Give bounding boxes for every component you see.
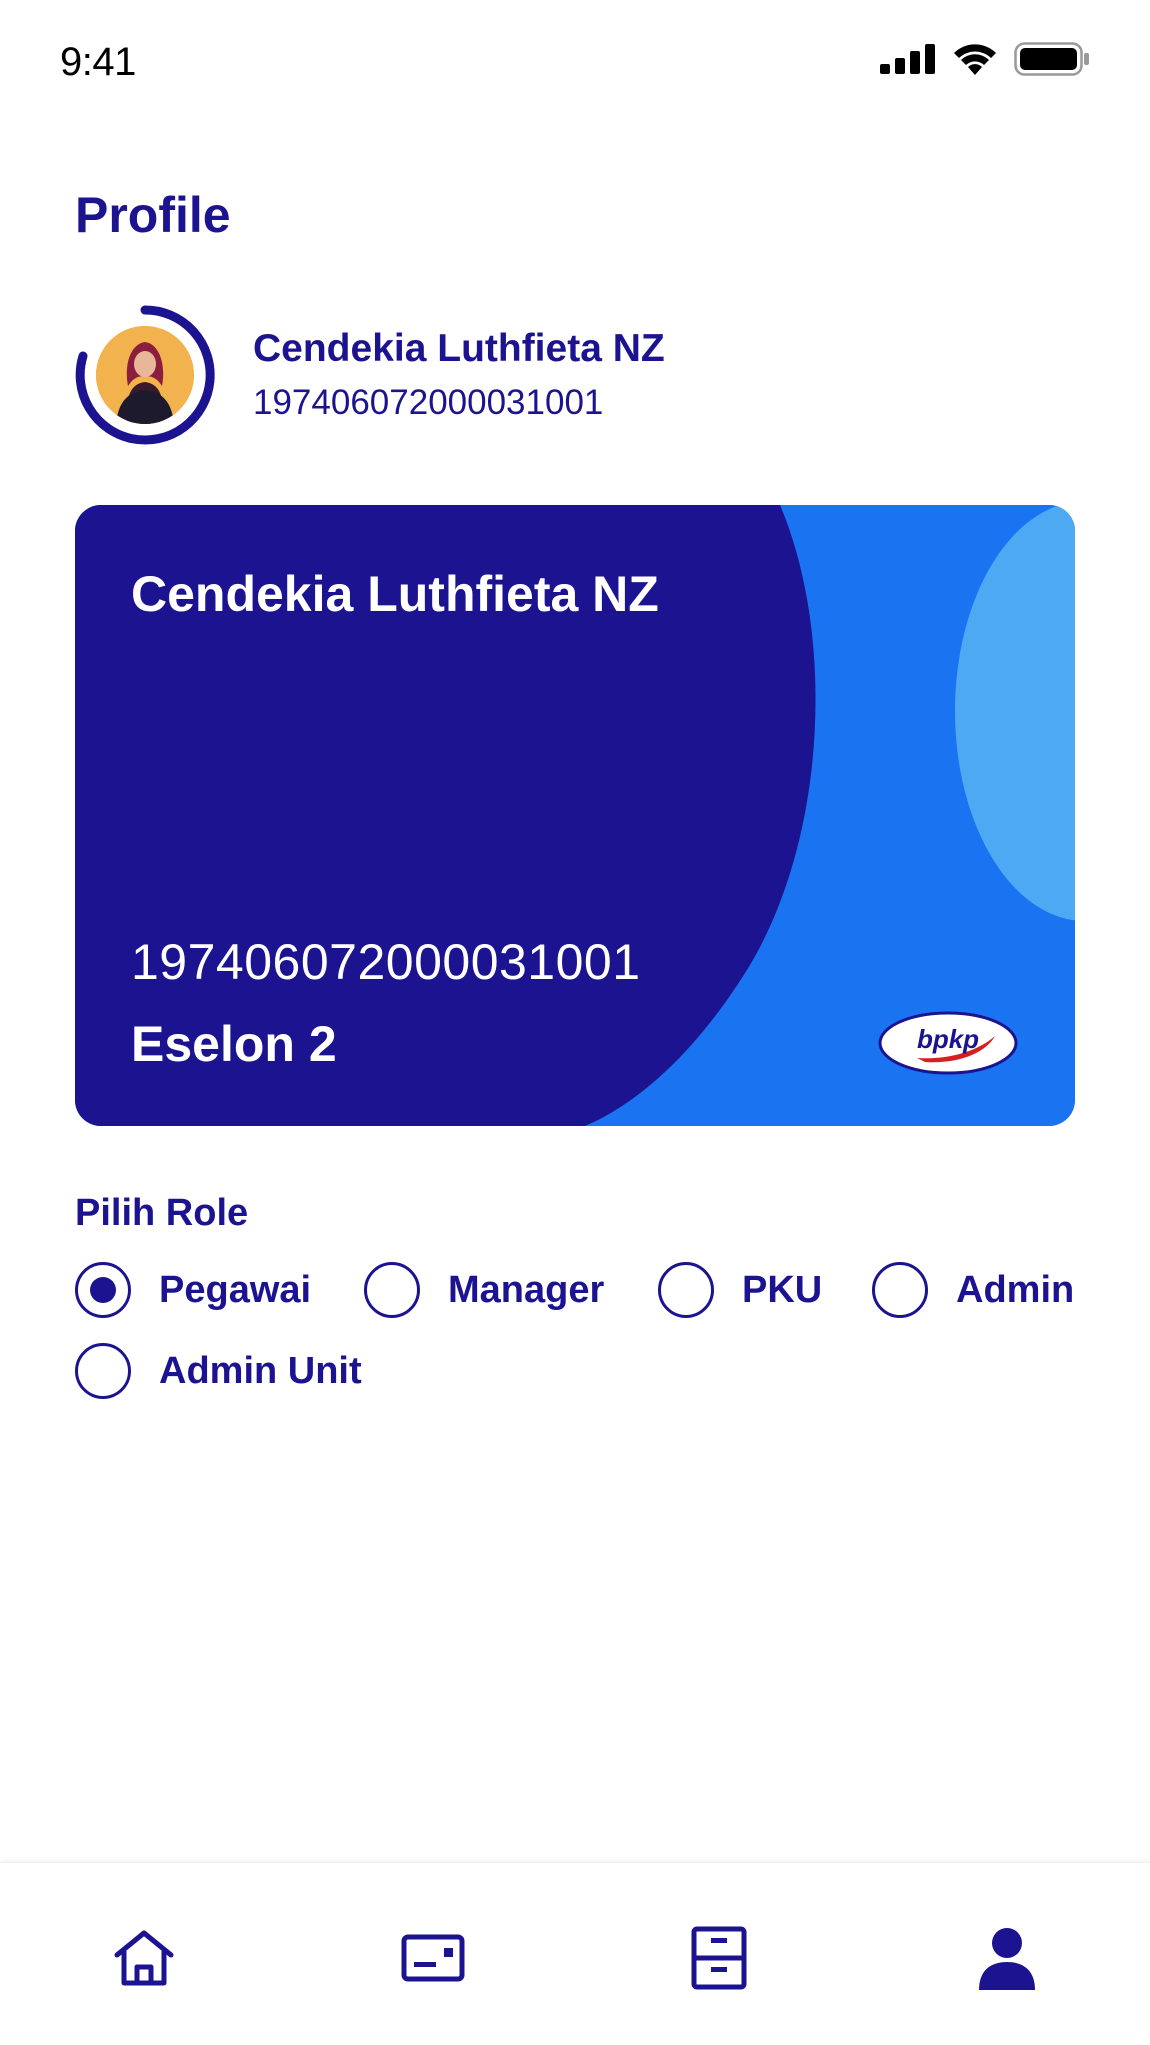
card-level: Eselon 2 — [131, 1016, 337, 1072]
role-radio-label: Admin Unit — [159, 1349, 362, 1392]
role-radio-label: Admin — [956, 1268, 1075, 1311]
radio-button[interactable] — [75, 1343, 131, 1399]
status-icons — [880, 42, 1090, 76]
bottom-nav — [0, 1862, 1150, 2045]
nav-card[interactable] — [398, 1923, 468, 1993]
role-radio-label: Manager — [448, 1268, 605, 1311]
card-icon — [401, 1934, 465, 1982]
cabinet-icon — [691, 1926, 747, 1990]
cellular-signal-icon — [880, 44, 935, 74]
role-radio-manager[interactable]: Manager — [364, 1261, 604, 1319]
avatar[interactable] — [74, 304, 216, 446]
user-icon — [979, 1928, 1035, 1990]
profile-name: Cendekia Luthfieta NZ — [253, 327, 665, 370]
wifi-icon — [954, 44, 996, 75]
employee-card[interactable]: Cendekia Luthfieta NZ 197406072000031001… — [75, 505, 1075, 1126]
card-name: Cendekia Luthfieta NZ — [131, 566, 659, 622]
bpkp-logo: bpkp — [877, 1010, 1019, 1076]
card-nip: 197406072000031001 — [131, 934, 641, 990]
home-icon — [114, 1930, 174, 1986]
role-radio-admin-unit[interactable]: Admin Unit — [75, 1342, 362, 1400]
role-radio-label: PKU — [742, 1268, 823, 1311]
page-title: Profile — [75, 187, 231, 243]
radio-button-checked[interactable] — [75, 1262, 131, 1318]
status-time: 9:41 — [60, 40, 136, 84]
radio-button[interactable] — [872, 1262, 928, 1318]
role-radio-label: Pegawai — [159, 1268, 312, 1311]
battery-icon — [1014, 42, 1089, 76]
role-section-label: Pilih Role — [75, 1192, 249, 1234]
role-radio-pku[interactable]: PKU — [658, 1261, 822, 1319]
radio-button[interactable] — [364, 1262, 420, 1318]
role-radio-admin[interactable]: Admin — [872, 1261, 1074, 1319]
radio-button[interactable] — [658, 1262, 714, 1318]
avatar-photo — [96, 326, 194, 424]
bpkp-logo-text: bpkp — [916, 1024, 980, 1054]
role-radio-pegawai[interactable]: Pegawai — [75, 1261, 311, 1319]
profile-nip: 197406072000031001 — [253, 383, 604, 422]
nav-home[interactable] — [109, 1923, 179, 1993]
nav-cabinet[interactable] — [684, 1923, 754, 1993]
nav-profile[interactable] — [972, 1923, 1042, 1993]
